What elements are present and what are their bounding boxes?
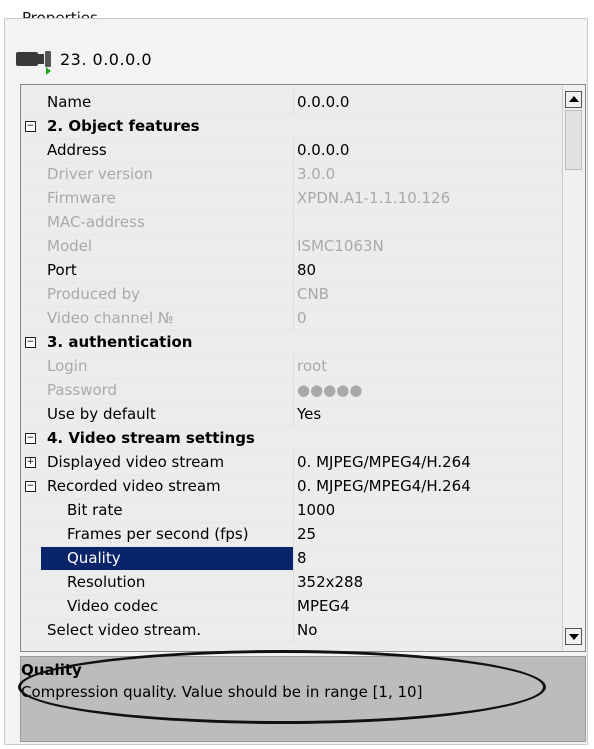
property-name: Displayed video stream [47, 453, 225, 471]
device-header: 23. 0.0.0.0 [16, 47, 153, 75]
property-row-selectstream[interactable]: Select video stream. No [21, 619, 562, 643]
property-value[interactable]: 1000 [297, 499, 559, 522]
property-name: Login [47, 357, 88, 375]
property-row-address[interactable]: Address 0.0.0.0 [21, 139, 562, 163]
vertical-scrollbar[interactable] [562, 85, 585, 651]
property-row-fps[interactable]: Frames per second (fps) 25 [21, 523, 562, 547]
description-title: Quality [21, 661, 82, 679]
property-name: Model [47, 237, 93, 255]
property-value [297, 427, 559, 450]
property-row-quality[interactable]: Quality 8 [21, 547, 562, 571]
property-rows: Name 0.0.0.0−2. Object features Address 0.0… [21, 91, 562, 643]
property-value[interactable]: No [297, 619, 559, 642]
property-value: XPDN.A1-1.1.10.126 [297, 189, 451, 207]
property-row-sec3[interactable]: −3. authentication [21, 331, 562, 355]
property-row-model[interactable]: Model ISMC1063N [21, 235, 562, 259]
property-row-sec4[interactable]: −4. Video stream settings [21, 427, 562, 451]
property-row-password[interactable]: Password ●●●●● [21, 379, 562, 403]
property-row-driver[interactable]: Driver version 3.0.0 [21, 163, 562, 187]
property-value[interactable]: 0.0.0.0 [297, 91, 559, 114]
collapse-icon[interactable]: − [25, 121, 36, 132]
property-value[interactable]: 25 [297, 523, 559, 546]
property-name: Select video stream. [47, 621, 202, 639]
property-value: 0 [297, 309, 307, 327]
property-row-displayed[interactable]: + Displayed video stream 0. MJPEG/MPEG4/H.… [21, 451, 562, 475]
property-value: root [297, 357, 328, 375]
property-value[interactable]: 352x288 [297, 571, 559, 594]
property-name: Port [47, 261, 77, 279]
description-panel: Quality Compression quality. Value shoul… [20, 656, 586, 742]
property-value: ●●●●● [297, 381, 363, 399]
property-value: 3.0.0 [297, 165, 336, 183]
property-row-login[interactable]: Login root [21, 355, 562, 379]
property-row-vchan[interactable]: Video channel № 0 [21, 307, 562, 331]
property-name: Frames per second (fps) [67, 525, 249, 543]
property-value: ISMC1063N [297, 237, 384, 255]
property-row-mac[interactable]: MAC-address [21, 211, 562, 235]
property-name: Driver version [47, 165, 153, 183]
property-name: Bit rate [67, 501, 123, 519]
arrow-up-icon [569, 96, 579, 102]
property-row-name[interactable]: Name 0.0.0.0 [21, 91, 562, 115]
property-name: Video channel № [47, 309, 174, 327]
property-value: CNB [297, 285, 329, 303]
property-row-usedefault[interactable]: Use by default Yes [21, 403, 562, 427]
scroll-up-button[interactable] [565, 91, 582, 108]
arrow-down-icon [569, 634, 579, 640]
property-row-produced[interactable]: Produced by CNB [21, 283, 562, 307]
collapse-icon[interactable]: − [25, 337, 36, 348]
property-name: Produced by [47, 285, 140, 303]
property-value[interactable]: 80 [297, 259, 559, 282]
camera-icon [16, 48, 52, 75]
property-name: Firmware [47, 189, 116, 207]
property-row-resolution[interactable]: Resolution 352x288 [21, 571, 562, 595]
property-name: Video codec [67, 597, 159, 615]
property-value[interactable]: 0.0.0.0 [297, 139, 559, 162]
property-name: 2. Object features [47, 117, 200, 135]
property-row-sec2[interactable]: −2. Object features [21, 115, 562, 139]
property-name: MAC-address [47, 213, 145, 231]
property-name: Quality [41, 547, 293, 570]
expand-icon[interactable]: + [25, 457, 36, 468]
property-row-recorded[interactable]: − Recorded video stream 0. MJPEG/MPEG4/H.2… [21, 475, 562, 499]
property-value[interactable]: 8 [297, 547, 559, 570]
property-name: 3. authentication [47, 333, 193, 351]
property-row-firmware[interactable]: Firmware XPDN.A1-1.1.10.126 [21, 187, 562, 211]
property-value[interactable]: Yes [297, 403, 559, 426]
scroll-down-button[interactable] [565, 628, 582, 645]
property-value [297, 115, 559, 138]
property-name: Password [47, 381, 118, 399]
property-grid: Name 0.0.0.0−2. Object features Address 0.0… [20, 84, 586, 652]
property-row-codec[interactable]: Video codec MPEG4 [21, 595, 562, 619]
property-name: Use by default [47, 405, 156, 423]
collapse-icon[interactable]: − [25, 433, 36, 444]
property-value [297, 331, 559, 354]
property-value[interactable]: 0. MJPEG/MPEG4/H.264 [297, 475, 559, 498]
scroll-thumb[interactable] [565, 110, 582, 170]
property-value [297, 211, 559, 234]
description-text: Compression quality. Value should be in … [21, 683, 423, 701]
property-value[interactable]: 0. MJPEG/MPEG4/H.264 [297, 451, 559, 474]
property-name: Address [47, 141, 107, 159]
property-row-bitrate[interactable]: Bit rate 1000 [21, 499, 562, 523]
property-name: Name [47, 93, 92, 111]
property-value[interactable]: MPEG4 [297, 595, 559, 618]
collapse-icon[interactable]: − [25, 481, 36, 492]
device-label: 23. 0.0.0.0 [60, 49, 153, 69]
property-name: Resolution [67, 573, 146, 591]
property-name: Recorded video stream [47, 477, 221, 495]
property-row-port[interactable]: Port 80 [21, 259, 562, 283]
property-name: 4. Video stream settings [47, 429, 255, 447]
